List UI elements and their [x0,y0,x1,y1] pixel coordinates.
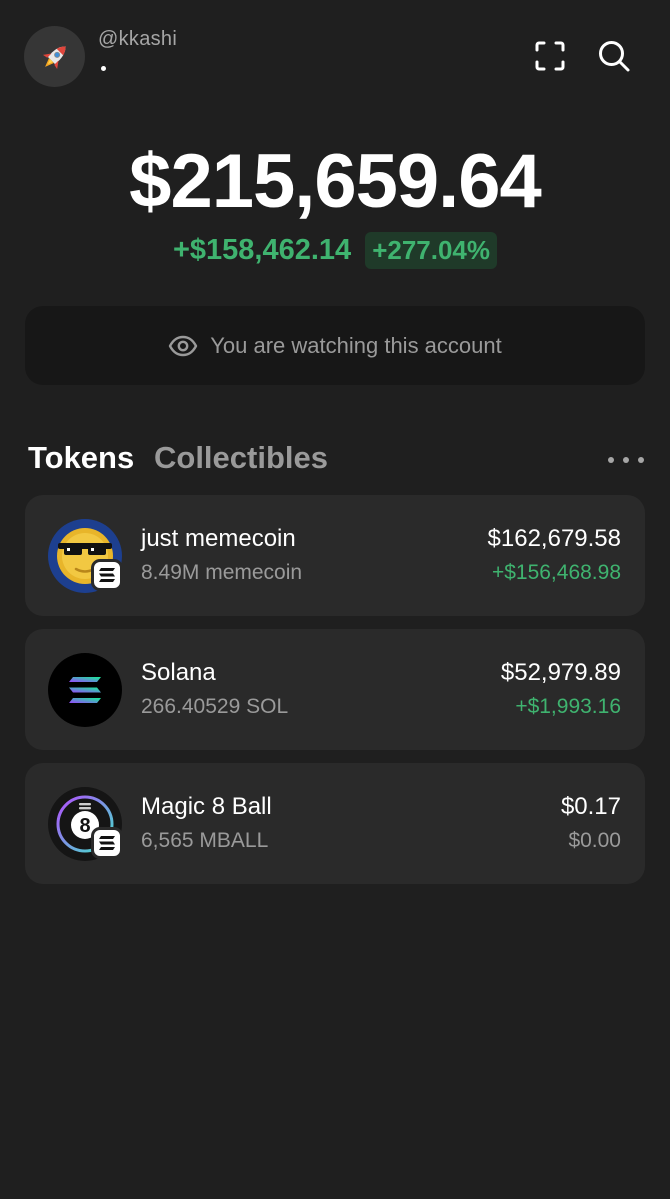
asset-tabs: Tokens Collectibles [28,440,644,484]
account-status-dot [101,66,106,71]
total-balance: $215,659.64 [129,139,542,224]
eye-icon [169,335,198,356]
tab-collectibles[interactable]: Collectibles [154,440,328,476]
token-row-just-memecoin[interactable]: just memecoin 8.49M memecoin $162,679.58… [25,495,645,616]
token-amount: 266.40529 SOL [141,695,289,718]
token-value: $162,679.58 [487,525,621,552]
more-dot [608,457,614,463]
solana-icon [48,653,122,727]
search-icon [599,41,630,72]
svg-text:8: 8 [79,815,90,837]
token-change: +$156,468.98 [491,561,621,584]
account-avatar[interactable] [24,26,85,87]
search-button[interactable] [594,36,634,76]
token-change: +$1,993.16 [515,695,621,718]
solana-chain-icon [99,568,115,582]
token-name: Solana [141,659,216,686]
rocket-icon [42,45,66,69]
watching-account-banner: You are watching this account [25,306,645,385]
token-row-magic-8-ball[interactable]: 8 Magic 8 Ball 6,565 MBALL $0.17 $0.00 [25,763,645,884]
token-value: $0.17 [560,793,621,820]
more-dot [623,457,629,463]
solana-token-avatar [48,653,122,727]
wallet-screen: @kkashi $215,659.64 +$158,462.14 +277.04… [0,0,670,1199]
token-amount: 8.49M memecoin [141,561,303,584]
header: @kkashi [24,24,646,88]
solana-chain-badge [91,827,123,859]
watching-account-text: You are watching this account [210,332,502,358]
more-options-button[interactable] [608,450,644,470]
solana-chain-icon [99,836,115,850]
scan-icon [535,41,565,71]
token-change: $0.00 [568,829,621,852]
account-username[interactable]: @kkashi [98,28,177,51]
token-name: Magic 8 Ball [141,793,272,820]
balance-change-amount: +$158,462.14 [172,234,352,266]
token-name: just memecoin [141,525,296,552]
more-dot [638,457,644,463]
balance-change-percent-badge: +277.04% [365,232,498,269]
tab-tokens[interactable]: Tokens [28,440,134,476]
balance-change-row: +$158,462.14 +277.04% [0,232,670,269]
token-row-solana[interactable]: Solana 266.40529 SOL $52,979.89 +$1,993.… [25,629,645,750]
token-value: $52,979.89 [500,659,621,686]
scan-button[interactable] [530,36,570,76]
solana-chain-badge [91,559,123,591]
token-amount: 6,565 MBALL [141,829,269,852]
